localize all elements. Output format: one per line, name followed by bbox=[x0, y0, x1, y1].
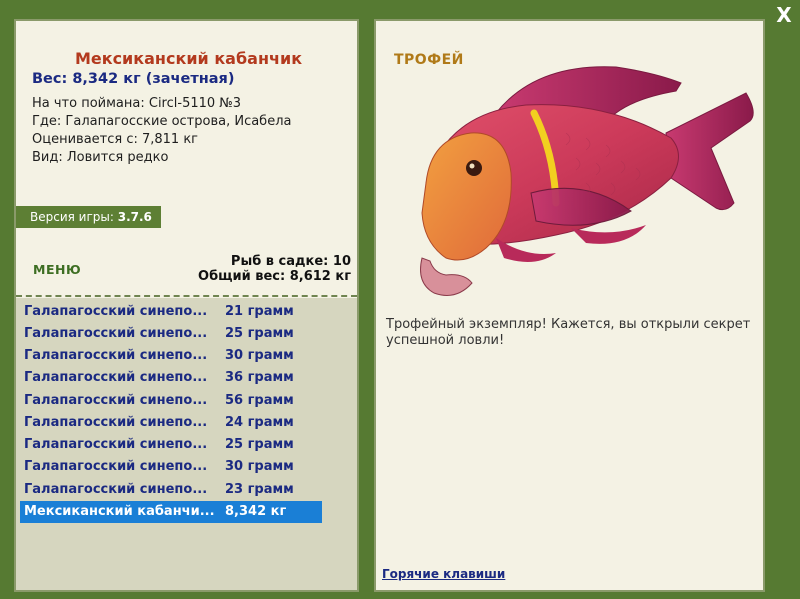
catch-list-row[interactable]: Галапагосский синепо... 30 грамм bbox=[20, 456, 322, 478]
version-value: 3.7.6 bbox=[117, 210, 152, 224]
fish-info-panel: Мексиканский кабанчик Вес: 8,342 кг (зач… bbox=[14, 19, 359, 592]
caught-on-text: На что поймана: Circl-5110 №3 bbox=[32, 96, 242, 111]
catch-list-row[interactable]: Галапагосский синепо... 56 грамм bbox=[20, 390, 322, 412]
catch-weight: 25 грамм bbox=[225, 326, 294, 341]
location-text: Где: Галапагосские острова, Исабела bbox=[32, 114, 292, 129]
catch-weight: 23 грамм bbox=[225, 482, 294, 497]
trophy-message: Трофейный экземпляр! Кажется, вы открыли… bbox=[386, 317, 751, 348]
catch-weight: 21 грамм bbox=[225, 304, 294, 319]
trophy-label: ТРОФЕЙ bbox=[394, 52, 464, 68]
rarity-text: Вид: Ловится редко bbox=[32, 150, 169, 165]
close-button[interactable]: X bbox=[772, 4, 796, 26]
catch-list-row[interactable]: Галапагосский синепо... 36 грамм bbox=[20, 367, 322, 389]
catch-list: Галапагосский синепо... 21 грамм Галапаг… bbox=[16, 298, 357, 590]
catch-weight: 30 грамм bbox=[225, 459, 294, 474]
catch-weight: 8,342 кг bbox=[225, 504, 287, 519]
catch-name: Галапагосский синепо... bbox=[24, 304, 208, 319]
catch-weight: 24 грамм bbox=[225, 415, 294, 430]
catch-weight: 56 грамм bbox=[225, 393, 294, 408]
catch-list-row-selected[interactable]: Мексиканский кабанчи... 8,342 кг bbox=[20, 501, 322, 523]
rated-from-text: Оценивается с: 7,811 кг bbox=[32, 132, 199, 147]
dashed-divider bbox=[16, 295, 357, 297]
menu-button[interactable]: МЕНЮ bbox=[33, 262, 81, 277]
catch-list-row[interactable]: Галапагосский синепо... 23 грамм bbox=[20, 479, 322, 501]
trophy-panel: ТРОФЕЙ Трофейный экземпляр! Кажется, вы … bbox=[374, 19, 765, 592]
fish-weight: Вес: 8,342 кг (зачетная) bbox=[32, 71, 235, 87]
catch-weight: 30 грамм bbox=[225, 348, 294, 363]
fish-name-title: Мексиканский кабанчик bbox=[74, 49, 303, 68]
catch-weight: 36 грамм bbox=[225, 370, 294, 385]
catch-name: Галапагосский синепо... bbox=[24, 415, 208, 430]
catch-list-row[interactable]: Галапагосский синепо... 30 грамм bbox=[20, 345, 322, 367]
catch-list-row[interactable]: Галапагосский синепо... 21 грамм bbox=[20, 301, 322, 323]
cage-count: Рыб в садке: 10 bbox=[230, 254, 351, 269]
catch-list-row[interactable]: Галапагосский синепо... 24 грамм bbox=[20, 412, 322, 434]
trophy-fish-image bbox=[420, 66, 754, 296]
catch-name: Галапагосский синепо... bbox=[24, 370, 208, 385]
catch-name: Галапагосский синепо... bbox=[24, 393, 208, 408]
version-badge: Версия игры: 3.7.6 bbox=[16, 206, 161, 228]
hotkeys-link[interactable]: Горячие клавиши bbox=[382, 567, 505, 581]
catch-list-row[interactable]: Галапагосский синепо... 25 грамм bbox=[20, 323, 322, 345]
catch-name: Галапагосский синепо... bbox=[24, 348, 208, 363]
catch-name: Галапагосский синепо... bbox=[24, 326, 208, 341]
version-label: Версия игры: bbox=[30, 210, 114, 224]
catch-name: Галапагосский синепо... bbox=[24, 437, 208, 452]
catch-name: Мексиканский кабанчи... bbox=[24, 504, 215, 519]
catch-name: Галапагосский синепо... bbox=[24, 482, 208, 497]
catch-name: Галапагосский синепо... bbox=[24, 459, 208, 474]
cage-stats: Рыб в садке: 10 Общий вес: 8,612 кг bbox=[198, 254, 351, 284]
catch-weight: 25 грамм bbox=[225, 437, 294, 452]
catch-list-row[interactable]: Галапагосский синепо... 25 грамм bbox=[20, 434, 322, 456]
cage-total-weight: Общий вес: 8,612 кг bbox=[198, 269, 351, 284]
